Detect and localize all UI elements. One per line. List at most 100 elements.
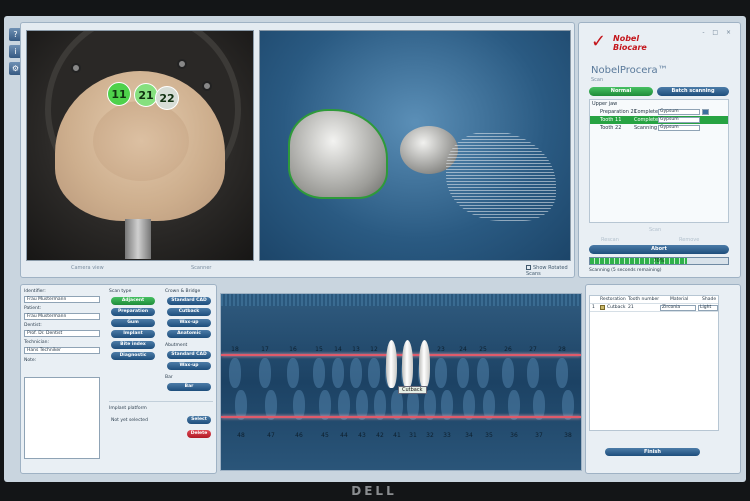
tooth-number-42[interactable]: 42 xyxy=(372,432,388,439)
select-platform-button[interactable]: Select xyxy=(187,416,211,424)
dental-chart[interactable]: 18171615141312112122232425262728 4847464… xyxy=(220,293,582,471)
material-select[interactable]: Zirconia xyxy=(660,305,696,311)
table-row[interactable]: 1 Cutback 21 Zirconia Light xyxy=(590,304,718,312)
scan-progress-bar: 70% xyxy=(589,257,729,265)
scan-type-preparation-button[interactable]: Preparation xyxy=(111,308,155,316)
scan-control-panel: ✓ Nobel Biocare - □ × NobelProcera™ Scan… xyxy=(578,22,741,278)
tooth-number-18[interactable]: 18 xyxy=(227,346,243,353)
finish-button[interactable]: Finish xyxy=(605,448,700,456)
scan-list-group: Upper jaw xyxy=(592,101,618,107)
tooth-number-13[interactable]: 13 xyxy=(348,346,364,353)
identifier-field[interactable]: Frau Mustermann xyxy=(24,296,100,303)
progress-label: 70% xyxy=(653,258,665,264)
tooth-number-44[interactable]: 44 xyxy=(336,432,352,439)
scan-type-diagnostic-button[interactable]: Diagnostic xyxy=(111,352,155,360)
scanned-die-large xyxy=(288,109,388,199)
upper-tooth-silhouette xyxy=(287,358,299,388)
note-label: Note: xyxy=(24,358,37,363)
tooth-number-16[interactable]: 16 xyxy=(285,346,301,353)
upper-tooth-silhouette xyxy=(502,358,514,388)
scan-type-gum-button[interactable]: Gum xyxy=(111,319,155,327)
upper-tooth-silhouette xyxy=(350,358,362,388)
upper-tooth-silhouette xyxy=(527,358,539,388)
tooth-number-43[interactable]: 43 xyxy=(354,432,370,439)
tooth-number-24[interactable]: 24 xyxy=(455,346,471,353)
dropdown-icon[interactable] xyxy=(702,109,709,115)
implant-platform-value: Not yet selected xyxy=(111,418,148,423)
tooth-number-45[interactable]: 45 xyxy=(317,432,333,439)
abort-button[interactable]: Abort xyxy=(589,245,729,254)
tooth-number-48[interactable]: 48 xyxy=(233,432,249,439)
tooth-number-47[interactable]: 47 xyxy=(263,432,279,439)
scan-list-row[interactable]: Preparation 21 Completed Gypsum xyxy=(590,108,728,116)
crown-bridge-title: Crown & Bridge xyxy=(165,289,201,294)
dentist-field[interactable]: Prof. Dr. Dentist xyxy=(24,330,100,337)
material-select[interactable]: Gypsum xyxy=(658,125,700,131)
tooth-number-33[interactable]: 33 xyxy=(439,432,455,439)
scan-type-bite-index-button[interactable]: Bite index xyxy=(111,341,155,349)
camera-photo: 11 21 22 xyxy=(26,30,254,261)
scan-list-row[interactable]: Tooth 22 Scanning Gypsum xyxy=(590,124,728,132)
scan-type-adjacent-button[interactable]: Adjacent xyxy=(111,297,155,305)
scan-type-implant-button[interactable]: Implant xyxy=(111,330,155,338)
technician-field[interactable]: Hans Techniker xyxy=(24,347,100,354)
scan-list: Upper jaw Preparation 21 Completed Gypsu… xyxy=(589,99,729,223)
crown-11[interactable] xyxy=(386,340,397,388)
crown-21[interactable] xyxy=(402,340,413,388)
tooth-number-14[interactable]: 14 xyxy=(330,346,346,353)
dentist-label: Dentist: xyxy=(24,323,42,328)
material-select[interactable]: Gypsum xyxy=(658,109,700,115)
upper-tooth-silhouette xyxy=(313,358,325,388)
implant-platform-title: Implant platform xyxy=(109,406,147,411)
tooth-number-35[interactable]: 35 xyxy=(481,432,497,439)
tooth-number-32[interactable]: 32 xyxy=(422,432,438,439)
standard-cad-button[interactable]: Standard CAD xyxy=(167,297,211,305)
show-rotated-scans-checkbox[interactable]: Show Rotated Scans xyxy=(526,265,574,277)
tooth-number-41[interactable]: 41 xyxy=(389,432,405,439)
crown-22[interactable] xyxy=(419,340,430,388)
tooth-number-37[interactable]: 37 xyxy=(531,432,547,439)
patient-field[interactable]: Frau Mustermann xyxy=(24,313,100,320)
delete-platform-button[interactable]: Delete xyxy=(187,430,211,438)
tooth-number-36[interactable]: 36 xyxy=(506,432,522,439)
tooth-number-17[interactable]: 17 xyxy=(257,346,273,353)
tooth-number-23[interactable]: 23 xyxy=(433,346,449,353)
anatomic-button[interactable]: Anatomic xyxy=(167,330,211,338)
window-controls[interactable]: - □ × xyxy=(702,29,734,36)
product-name: NobelProcera™ xyxy=(591,65,668,76)
scan-list-row-selected[interactable]: Tooth 11 Completed Gypsum xyxy=(590,116,728,124)
remove-button-disabled: Remove xyxy=(679,237,700,243)
show-rotated-scans-label: Show Rotated Scans xyxy=(526,265,568,277)
note-field[interactable] xyxy=(24,377,100,459)
tooth-number-27[interactable]: 27 xyxy=(525,346,541,353)
tooth-number-26[interactable]: 26 xyxy=(500,346,516,353)
scanner-caption: Scanner xyxy=(191,265,212,271)
tooth-badge-22[interactable]: 22 xyxy=(155,86,179,110)
tooth-number-46[interactable]: 46 xyxy=(291,432,307,439)
shade-select[interactable]: Light xyxy=(698,305,718,311)
material-select[interactable]: Gypsum xyxy=(658,117,700,123)
restoration-type-icon xyxy=(600,305,605,310)
tooth-badge-11[interactable]: 11 xyxy=(107,82,131,106)
normal-mode-button[interactable]: Normal xyxy=(589,87,653,96)
bar-button[interactable]: Bar xyxy=(167,383,211,391)
table-header: Restoration Tooth number Material Shade xyxy=(590,296,718,304)
abutment-standard-cad-button[interactable]: Standard CAD xyxy=(167,351,211,359)
nobel-logo-mark-icon: ✓ xyxy=(591,31,607,52)
tooth-number-15[interactable]: 15 xyxy=(311,346,327,353)
tooth-number-25[interactable]: 25 xyxy=(475,346,491,353)
tooth-number-31[interactable]: 31 xyxy=(405,432,421,439)
batch-scanning-button[interactable]: Batch scanning xyxy=(657,87,729,96)
scan-type-title: Scan type xyxy=(109,289,132,294)
tooth-number-12[interactable]: 12 xyxy=(366,346,382,353)
scan-button-disabled: Scan xyxy=(649,227,662,233)
wax-up-button[interactable]: Wax-up xyxy=(167,319,211,327)
case-details-panel: Identifier: Frau Mustermann Patient: Fra… xyxy=(20,284,217,474)
cutback-button[interactable]: Cutback xyxy=(167,308,211,316)
abutment-wax-up-button[interactable]: Wax-up xyxy=(167,362,211,370)
tooth-number-28[interactable]: 28 xyxy=(554,346,570,353)
3d-scan-view[interactable] xyxy=(259,30,571,261)
tooth-number-34[interactable]: 34 xyxy=(461,432,477,439)
scan-viewer-panel: 11 21 22 Camera view Scanner Show Rotate… xyxy=(20,22,575,278)
tooth-number-38[interactable]: 38 xyxy=(560,432,576,439)
